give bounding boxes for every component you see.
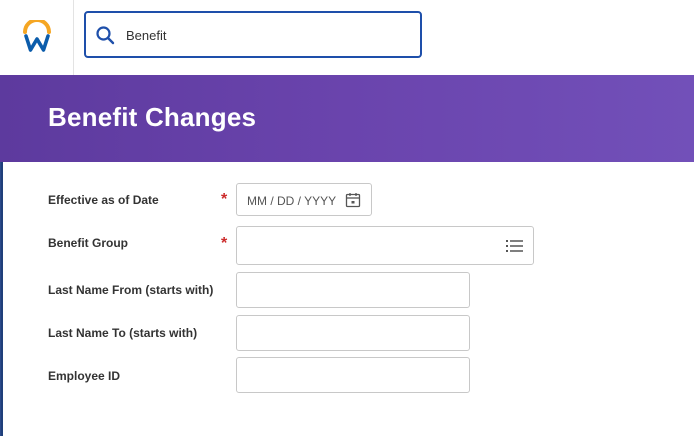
employee-id-field[interactable] <box>236 357 470 393</box>
effective-date-field[interactable]: MM / DD / YYYY <box>236 183 372 216</box>
last-name-from-label: Last Name From (starts with) <box>48 283 214 297</box>
last-name-to-label: Last Name To (starts with) <box>48 326 198 340</box>
search-box[interactable]: Benefit <box>84 11 422 58</box>
top-bar: Benefit <box>0 0 694 76</box>
workday-logo-icon[interactable] <box>19 20 55 56</box>
page-title: Benefit Changes <box>48 102 257 132</box>
required-marker: * <box>221 191 228 208</box>
calendar-icon[interactable] <box>345 192 361 208</box>
benefit-group-label: Benefit Group <box>48 236 128 250</box>
required-marker: * <box>221 235 228 252</box>
benefit-group-field[interactable] <box>236 226 534 265</box>
last-name-to-field[interactable] <box>236 315 470 351</box>
search-input[interactable]: Benefit <box>126 28 166 43</box>
last-name-from-field[interactable] <box>236 272 470 308</box>
page-header: Benefit Changes <box>0 75 694 162</box>
employee-id-label: Employee ID <box>48 369 121 383</box>
search-icon <box>96 26 115 45</box>
date-placeholder: MM / DD / YYYY <box>247 194 337 208</box>
logo-cell[interactable] <box>0 0 74 75</box>
effective-date-label: Effective as of Date <box>48 193 159 207</box>
list-icon[interactable] <box>506 239 523 253</box>
